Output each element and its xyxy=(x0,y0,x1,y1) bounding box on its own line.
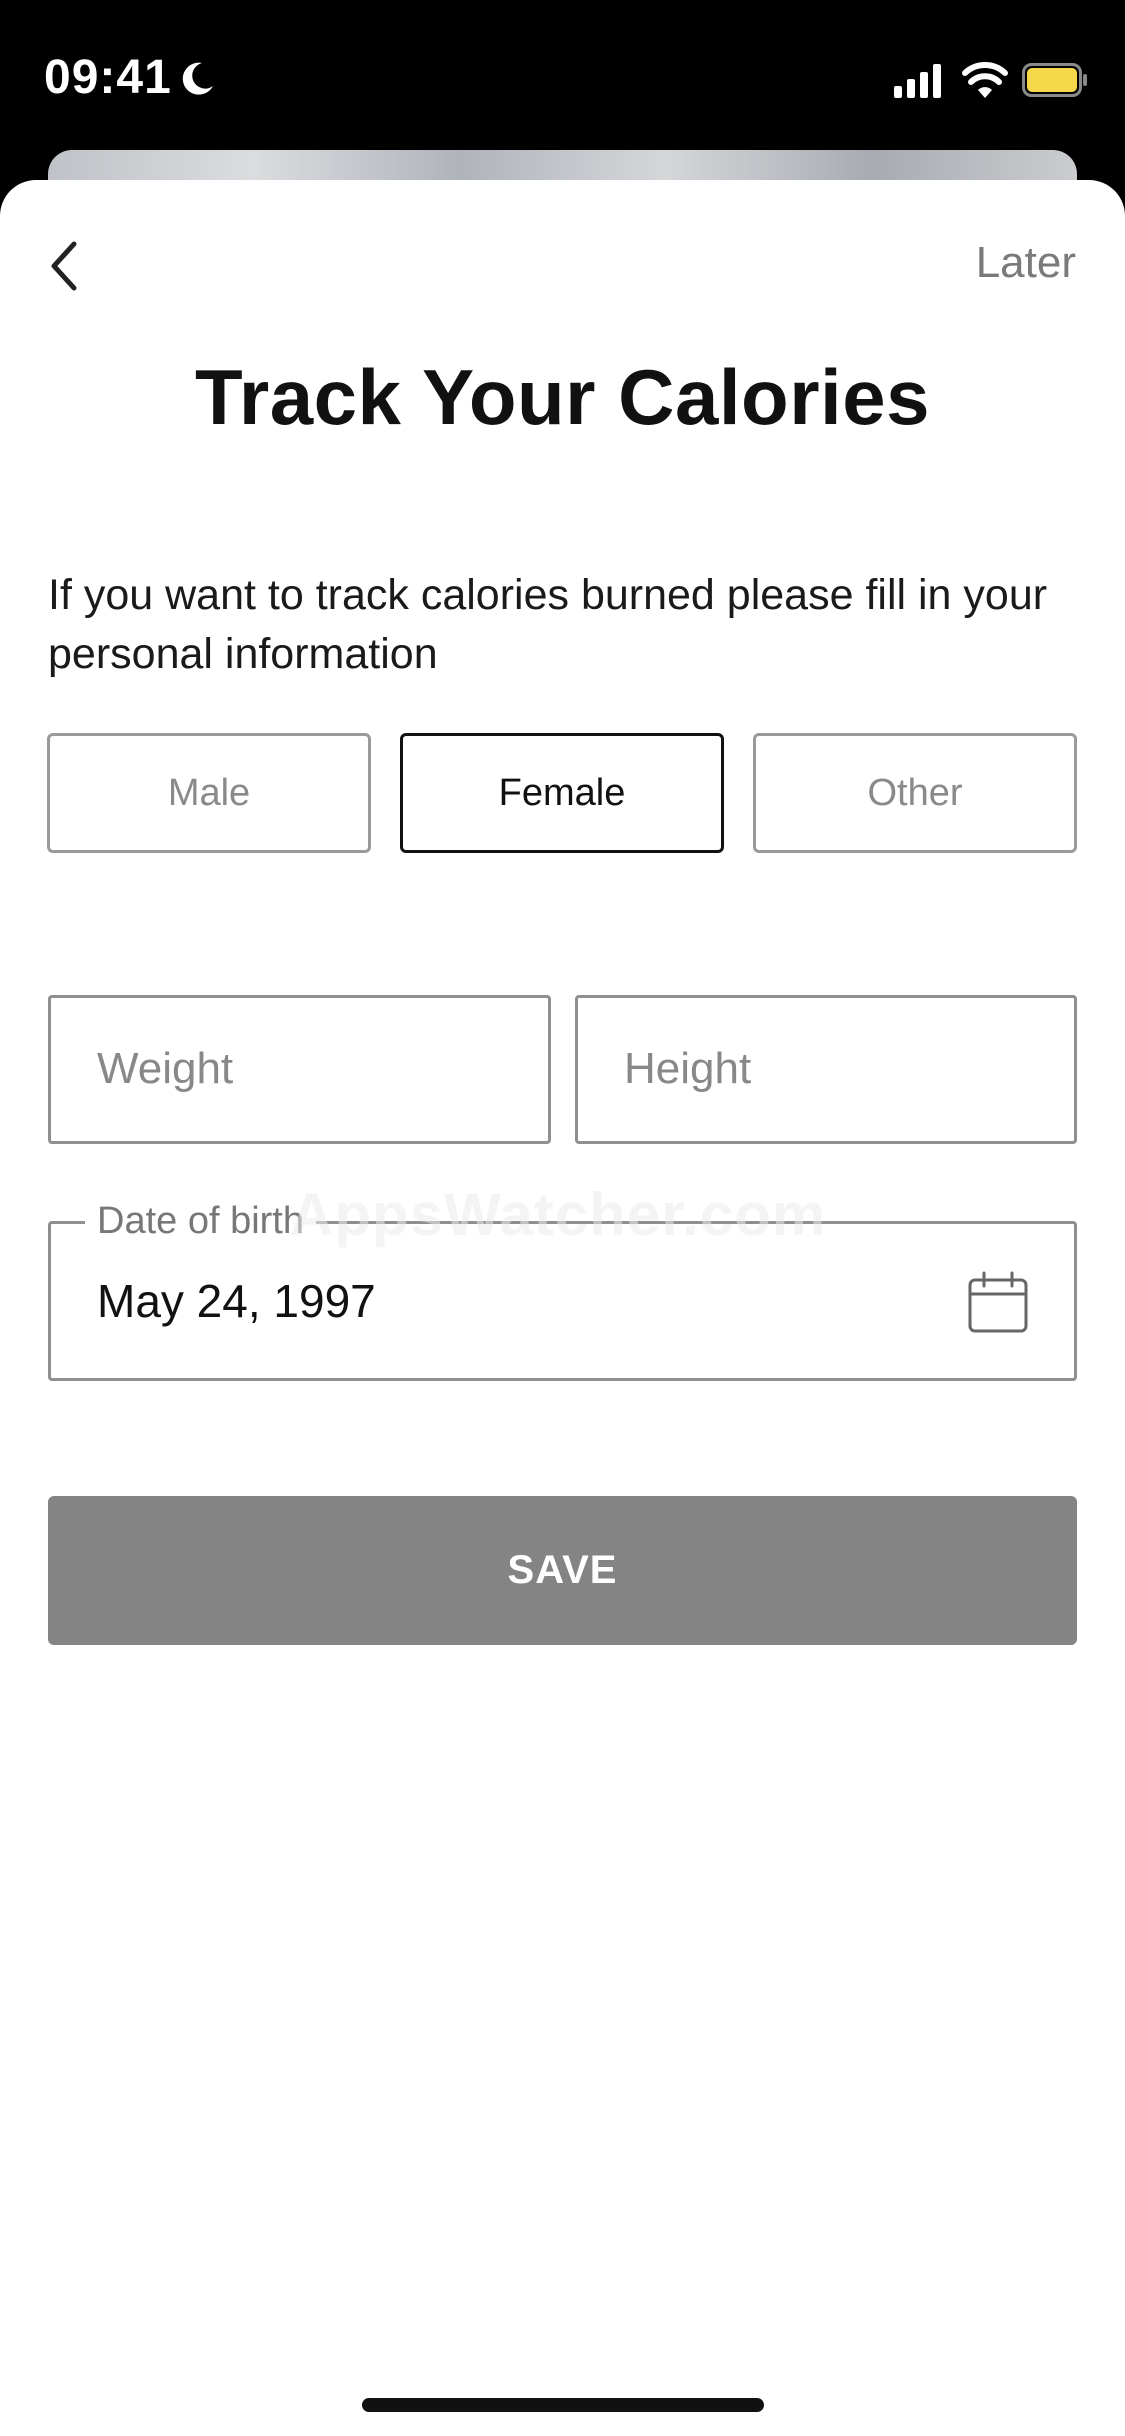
weight-placeholder: Weight xyxy=(97,1044,234,1093)
gender-male-button[interactable]: Male xyxy=(47,733,371,853)
height-field[interactable]: Height xyxy=(575,995,1077,1144)
date-of-birth-label: Date of birth xyxy=(85,1200,316,1243)
signal-icon xyxy=(894,64,941,98)
page-title: Track Your Calories xyxy=(195,353,930,441)
date-of-birth-value: May 24, 1997 xyxy=(97,1275,376,1327)
gender-other-button[interactable]: Other xyxy=(753,733,1077,853)
calendar-icon[interactable] xyxy=(967,1270,1029,1334)
height-placeholder: Height xyxy=(624,1044,752,1093)
save-button[interactable]: SAVE xyxy=(48,1496,1077,1645)
gender-female-button[interactable]: Female xyxy=(400,733,724,853)
intro-text: If you want to track calories burned ple… xyxy=(48,571,1048,678)
status-time: 09:41 xyxy=(44,51,172,104)
weight-field[interactable]: Weight xyxy=(48,995,551,1144)
home-indicator xyxy=(362,2398,764,2412)
wifi-icon xyxy=(962,62,1008,98)
back-chevron-icon[interactable] xyxy=(36,230,92,300)
battery-icon xyxy=(1022,63,1087,97)
status-bar: 09:41 xyxy=(0,0,1125,165)
moon-icon xyxy=(182,62,213,95)
watermark: AppsWatcher.com xyxy=(290,1181,827,1248)
later-button[interactable]: Later xyxy=(976,238,1076,288)
